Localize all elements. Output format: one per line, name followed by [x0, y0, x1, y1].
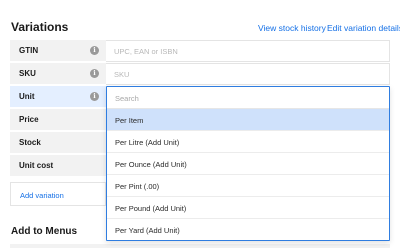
search-placeholder: Search: [115, 94, 139, 103]
gtin-input[interactable]: UPC, EAN or ISBN: [106, 40, 390, 62]
unit-option[interactable]: Per Item: [107, 109, 389, 131]
unit-option[interactable]: Per Yard (Add Unit): [107, 219, 389, 241]
unit-option[interactable]: Per Litre (Add Unit): [107, 131, 389, 153]
info-icon[interactable]: i: [90, 92, 99, 101]
unit-option-label: Per Yard (Add Unit): [115, 226, 180, 235]
add-variation-cell: Add variation: [10, 182, 106, 206]
sku-label: SKU: [19, 69, 36, 78]
unit-dropdown[interactable]: Search Per Item Per Litre (Add Unit) Per…: [106, 86, 390, 241]
stock-label-cell: Stock: [10, 132, 106, 154]
gtin-row: GTIN i UPC, EAN or ISBN: [10, 40, 390, 62]
variations-header: Variations View stock history Edit varia…: [0, 0, 400, 40]
menus-row: [10, 244, 390, 248]
gtin-placeholder: UPC, EAN or ISBN: [114, 47, 178, 56]
unit-cost-label: Unit cost: [19, 161, 54, 170]
price-label: Price: [19, 115, 39, 124]
gtin-label-cell: GTIN i: [10, 40, 106, 62]
unit-label-cell: Unit i: [10, 86, 106, 108]
gtin-label: GTIN: [19, 46, 39, 55]
sku-row: SKU i SKU: [10, 63, 390, 85]
unit-option-label: Per Item: [115, 116, 144, 125]
unit-option[interactable]: Per Pint (.00): [107, 175, 389, 197]
unit-option[interactable]: Per Pound (Add Unit): [107, 197, 389, 219]
section-title: Variations: [11, 20, 69, 34]
unit-label: Unit: [19, 92, 35, 101]
info-icon[interactable]: i: [90, 46, 99, 55]
unit-search-input[interactable]: Search: [107, 87, 389, 109]
unit-option-label: Per Ounce (Add Unit): [115, 160, 187, 169]
unit-option[interactable]: Per Ounce (Add Unit): [107, 153, 389, 175]
add-to-menus-title: Add to Menus: [11, 226, 78, 237]
unit-option-label: Per Pound (Add Unit): [115, 204, 187, 213]
edit-variation-details-link[interactable]: Edit variation details: [327, 23, 400, 33]
sku-placeholder: SKU: [114, 70, 130, 79]
info-icon[interactable]: i: [90, 69, 99, 78]
view-stock-history-link[interactable]: View stock history: [258, 23, 326, 33]
stock-label: Stock: [19, 138, 41, 147]
unit-cost-label-cell: Unit cost: [10, 155, 106, 177]
sku-label-cell: SKU i: [10, 63, 106, 85]
sku-input[interactable]: SKU: [106, 63, 390, 85]
add-variation-link[interactable]: Add variation: [20, 191, 64, 200]
price-label-cell: Price: [10, 109, 106, 131]
unit-option-label: Per Pint (.00): [115, 182, 160, 191]
unit-option-label: Per Litre (Add Unit): [115, 138, 180, 147]
